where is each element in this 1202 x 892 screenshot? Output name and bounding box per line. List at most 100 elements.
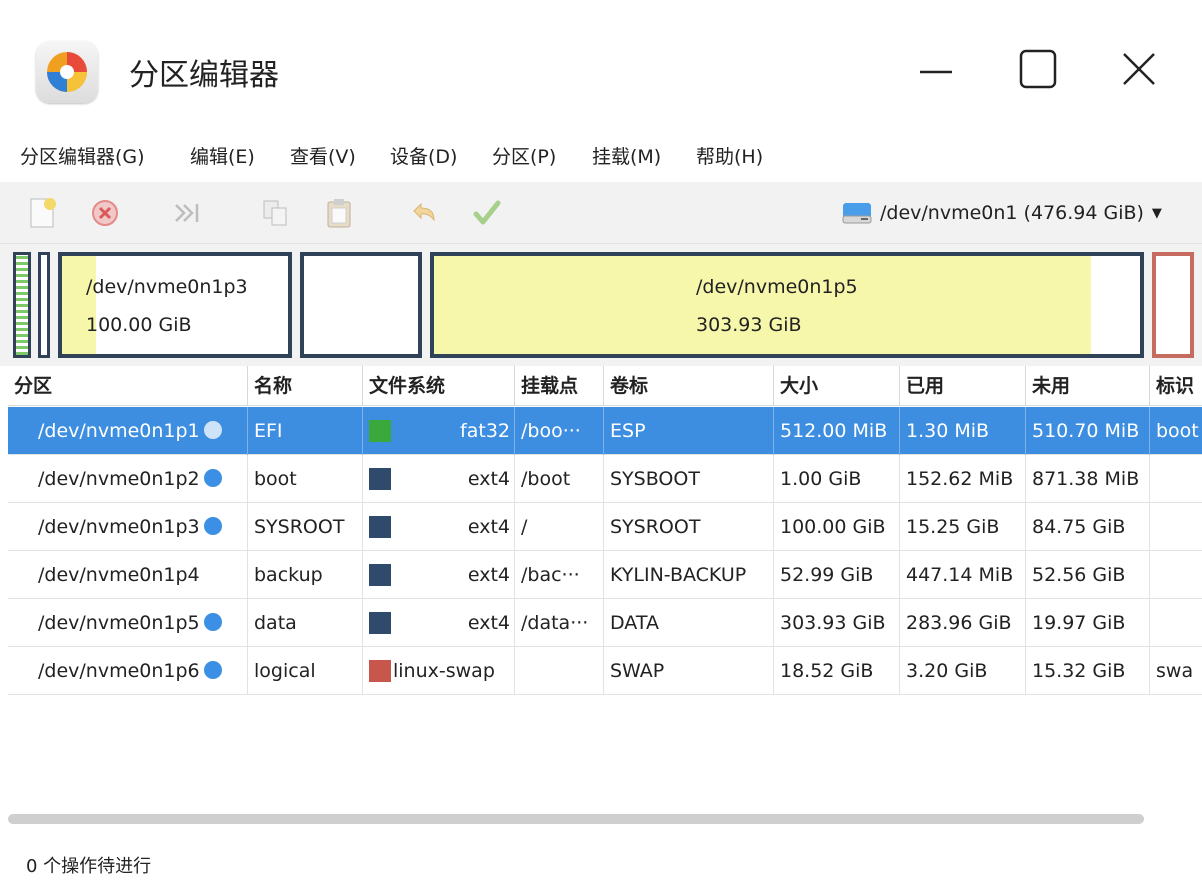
maximize-button[interactable]: [1012, 46, 1064, 94]
cell-size: 100.00 GiB: [774, 503, 900, 551]
undo-icon[interactable]: [406, 196, 440, 230]
cell-partition: /dev/nvme0n1p5: [8, 599, 248, 647]
column-header[interactable]: 卷标: [604, 366, 774, 406]
cell-label: ESP: [604, 407, 774, 455]
column-header[interactable]: 分区: [8, 366, 248, 406]
table-row[interactable]: /dev/nvme0n1p4 backup ext4/bac··· KYLIN-BAC…: [8, 551, 1202, 599]
partition-path: /dev/nvme0n1p4: [38, 564, 200, 586]
column-header[interactable]: 未用: [1026, 366, 1150, 406]
mounted-lock-icon: [203, 660, 222, 679]
table-row[interactable]: /dev/nvme0n1p3 SYSROOT ext4/SYSROOT 100.00 …: [8, 503, 1202, 551]
partition-path: /dev/nvme0n1p1: [38, 420, 200, 442]
cell-unused: 52.56 GiB: [1026, 551, 1150, 599]
menu-mount[interactable]: 挂载(M): [592, 142, 661, 169]
partition-path: /dev/nvme0n1p3: [38, 516, 200, 538]
cell-name: EFI: [248, 407, 363, 455]
cell-fs: fat32: [363, 407, 515, 455]
filesystem-color-swatch: [369, 564, 391, 586]
filesystem-color-swatch: [369, 612, 391, 634]
device-label: /dev/nvme0n1 (476.94 GiB): [880, 202, 1144, 224]
column-header[interactable]: 标识: [1150, 366, 1202, 406]
partition-path: /dev/nvme0n1p6: [38, 660, 200, 682]
window-title: 分区编辑器: [129, 58, 279, 93]
cell-size: 52.99 GiB: [774, 551, 900, 599]
cell-unused: 19.97 GiB: [1026, 599, 1150, 647]
cell-unused: 510.70 MiB: [1026, 407, 1150, 455]
column-header[interactable]: 文件系统: [363, 366, 515, 406]
menu-partition[interactable]: 分区(P): [492, 142, 556, 169]
cell-size: 18.52 GiB: [774, 647, 900, 695]
partition-block-name: /dev/nvme0n1p5: [696, 276, 858, 298]
table-row[interactable]: /dev/nvme0n1p5 data ext4/data··· DATA 303.93…: [8, 599, 1202, 647]
copy-icon[interactable]: [258, 196, 292, 230]
partition-block-p6[interactable]: [1152, 252, 1194, 358]
filesystem-name: fat32: [460, 420, 510, 442]
filesystem-color-swatch: [369, 468, 391, 490]
menu-help[interactable]: 帮助(H): [696, 142, 763, 169]
cell-mount: /boot: [515, 455, 604, 503]
cell-name: boot: [248, 455, 363, 503]
paste-icon[interactable]: [322, 196, 356, 230]
menu-device[interactable]: 设备(D): [390, 142, 457, 169]
cell-mount: /boo···: [515, 407, 604, 455]
cell-flags: [1150, 551, 1202, 599]
filesystem-name: ext4: [467, 468, 510, 490]
filesystem-name: linux-swap: [393, 660, 495, 682]
new-partition-icon[interactable]: [26, 196, 60, 230]
filesystem-name: ext4: [467, 564, 510, 586]
filesystem-name: ext4: [467, 612, 510, 634]
cell-partition: /dev/nvme0n1p3: [8, 503, 248, 551]
cell-label: SWAP: [604, 647, 774, 695]
device-selector[interactable]: /dev/nvme0n1 (476.94 GiB) ▼: [842, 196, 1162, 230]
cell-partition: /dev/nvme0n1p2: [8, 455, 248, 503]
cell-flags: [1150, 503, 1202, 551]
cell-name: data: [248, 599, 363, 647]
cell-flags: swa: [1156, 660, 1194, 682]
column-header[interactable]: 挂载点: [515, 366, 604, 406]
partition-block-p4[interactable]: [300, 252, 422, 358]
column-header[interactable]: 已用: [900, 366, 1026, 406]
apply-icon[interactable]: [470, 196, 504, 230]
delete-icon[interactable]: [88, 196, 122, 230]
title-bar: 分区编辑器: [0, 0, 1202, 130]
harddisk-icon: [842, 203, 872, 224]
cell-mount: /data···: [515, 599, 604, 647]
filesystem-name: ext4: [467, 516, 510, 538]
partition-block-p5[interactable]: /dev/nvme0n1p5 303.93 GiB: [430, 252, 1144, 358]
partition-block-p3[interactable]: /dev/nvme0n1p3 100.00 GiB: [58, 252, 292, 358]
table-row[interactable]: /dev/nvme0n1p2 boot ext4/boot SYSBOOT 1.00 G…: [8, 455, 1202, 503]
table-row[interactable]: /dev/nvme0n1p1 EFI fat32/boo··· ESP 512.00 M…: [8, 407, 1202, 455]
cell-fs: linux-swap: [363, 647, 515, 695]
cell-size: 303.93 GiB: [774, 599, 900, 647]
status-text: 0 个操作待进行: [26, 856, 152, 877]
cell-partition: /dev/nvme0n1p6: [8, 647, 248, 695]
partition-path: /dev/nvme0n1p2: [38, 468, 200, 490]
cell-partition: /dev/nvme0n1p1: [8, 407, 248, 455]
cell-name: logical: [248, 647, 363, 695]
menu-edit[interactable]: 编辑(E): [190, 142, 255, 169]
resize-move-icon[interactable]: [170, 196, 204, 230]
cell-mount: /bac···: [515, 551, 604, 599]
column-header[interactable]: 大小: [774, 366, 900, 406]
minimize-button[interactable]: [912, 46, 964, 94]
used-space-bar: [434, 256, 1091, 354]
cell-name: backup: [248, 551, 363, 599]
cell-used: 152.62 MiB: [900, 455, 1026, 503]
cell-size: 512.00 MiB: [774, 407, 900, 455]
menu-bar: 分区编辑器(G) 编辑(E) 查看(V) 设备(D) 分区(P) 挂载(M) 帮…: [0, 136, 1202, 176]
column-header[interactable]: 名称: [248, 366, 363, 406]
partition-block-p1[interactable]: [13, 252, 31, 358]
partition-block-p2[interactable]: [38, 252, 50, 358]
cell-used: 283.96 GiB: [900, 599, 1026, 647]
menu-gparted[interactable]: 分区编辑器(G): [20, 142, 145, 169]
cell-flags: [1150, 455, 1202, 503]
partition-block-name: /dev/nvme0n1p3: [86, 276, 248, 298]
mounted-lock-icon: [203, 516, 222, 535]
filesystem-color-swatch: [369, 420, 391, 442]
menu-view[interactable]: 查看(V): [290, 142, 356, 169]
table-row[interactable]: /dev/nvme0n1p6 logical linux-swap SWAP 18.52…: [8, 647, 1202, 695]
close-button[interactable]: [1114, 46, 1166, 94]
cell-fs: ext4: [363, 599, 515, 647]
horizontal-scrollbar[interactable]: [8, 814, 1144, 824]
cell-fs: ext4: [363, 551, 515, 599]
